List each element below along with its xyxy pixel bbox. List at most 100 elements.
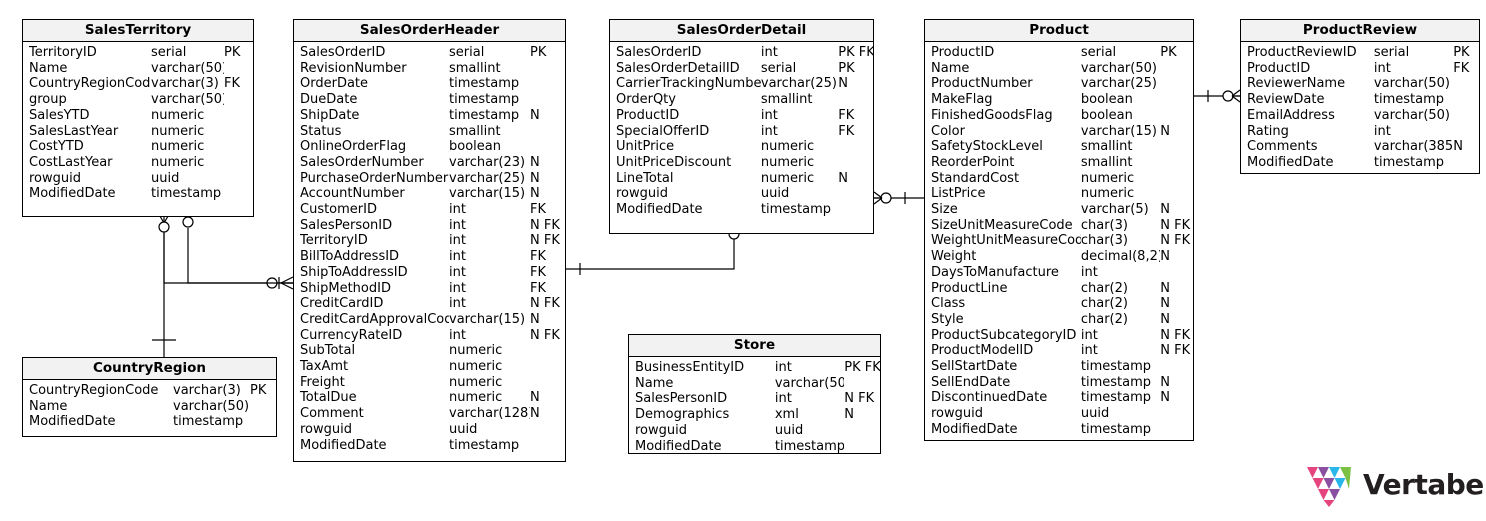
attribute-row[interactable]: UnitPriceDiscount numeric [610, 155, 873, 171]
attribute-row[interactable]: SalesOrderID serial PK [294, 45, 565, 61]
attribute-row[interactable]: ProductModelID int N FK [925, 343, 1193, 359]
attribute-row[interactable]: ReorderPoint smallint [925, 155, 1193, 171]
attribute-row[interactable]: rowguid uuid [610, 186, 873, 202]
attribute-row[interactable]: ModifiedDate timestamp [23, 186, 253, 202]
attribute-row[interactable]: ProductID int FK [1241, 61, 1479, 77]
attribute-row[interactable]: SellStartDate timestamp [925, 359, 1193, 375]
attribute-row[interactable]: ListPrice numeric [925, 186, 1193, 202]
attribute-row[interactable]: TotalDue numeric N [294, 390, 565, 406]
attribute-row[interactable]: BusinessEntityID int PK FK [629, 360, 880, 376]
entity-product[interactable]: Product ProductID serial PK Name varchar(50) P… [924, 19, 1194, 441]
attribute-row[interactable]: Weight decimal(8,2) N [925, 249, 1193, 265]
attribute-row[interactable]: Size varchar(5) N [925, 202, 1193, 218]
attribute-row[interactable]: OrderQty smallint [610, 92, 873, 108]
attribute-row[interactable]: ProductLine char(2) N [925, 281, 1193, 297]
attribute-row[interactable]: ShipDate timestamp N [294, 108, 565, 124]
attribute-row[interactable]: CountryRegionCode varchar(3) PK [23, 383, 276, 399]
attribute-row[interactable]: ReviewDate timestamp [1241, 92, 1479, 108]
attribute-row[interactable]: ModifiedDate timestamp [925, 422, 1193, 438]
attribute-row[interactable]: SalesLastYear numeric [23, 124, 253, 140]
attribute-row[interactable]: ModifiedDate timestamp [629, 439, 880, 455]
attribute-row[interactable]: SafetyStockLevel smallint [925, 139, 1193, 155]
attribute-row[interactable]: ProductSubcategoryID int N FK [925, 328, 1193, 344]
attribute-row[interactable]: RevisionNumber smallint [294, 61, 565, 77]
attribute-row[interactable]: CustomerID int FK [294, 202, 565, 218]
attribute-row[interactable]: SizeUnitMeasureCode char(3) N FK [925, 218, 1193, 234]
attribute-row[interactable]: SpecialOfferID int FK [610, 124, 873, 140]
attribute-row[interactable]: OrderDate timestamp [294, 76, 565, 92]
attribute-row[interactable]: WeightUnitMeasureCode char(3) N FK [925, 233, 1193, 249]
attribute-row[interactable]: rowguid uuid [629, 423, 880, 439]
attribute-name: CustomerID [300, 202, 377, 218]
attribute-row[interactable]: DiscontinuedDate timestamp N [925, 390, 1193, 406]
attribute-row[interactable]: CreditCardApprovalCode varchar(15) N [294, 312, 565, 328]
attribute-row[interactable]: TerritoryID serial PK [23, 45, 253, 61]
attribute-row[interactable]: FinishedGoodsFlag boolean [925, 108, 1193, 124]
attribute-name: CountryRegionCode [29, 383, 159, 398]
attribute-row[interactable]: ProductNumber varchar(25) [925, 76, 1193, 92]
entity-store[interactable]: Store BusinessEntityID int PK FK Name varchar… [628, 334, 881, 454]
attribute-row[interactable]: ModifiedDate timestamp [23, 414, 276, 430]
attribute-row[interactable]: SalesPersonID int N FK [629, 391, 880, 407]
entity-salesorderheader[interactable]: SalesOrderHeader SalesOrderID serial PK Revi… [293, 19, 566, 462]
entity-salesorderdetail[interactable]: SalesOrderDetail SalesOrderID int PK FK Sale… [609, 19, 874, 234]
attribute-row[interactable]: EmailAddress varchar(50) [1241, 108, 1479, 124]
attribute-row[interactable]: OnlineOrderFlag boolean [294, 139, 565, 155]
attribute-row[interactable]: SellEndDate timestamp N [925, 375, 1193, 391]
attribute-row[interactable]: CountryRegionCode varchar(3) FK [23, 76, 253, 92]
attribute-row[interactable]: DaysToManufacture int [925, 265, 1193, 281]
attribute-row[interactable]: SalesOrderNumber varchar(23) N [294, 155, 565, 171]
attribute-row[interactable]: SalesPersonID int N FK [294, 218, 565, 234]
attribute-row[interactable]: ProductID int FK [610, 108, 873, 124]
attribute-row[interactable]: ModifiedDate timestamp [294, 438, 565, 454]
entity-productreview[interactable]: ProductReview ProductReviewID serial PK Prod… [1240, 19, 1480, 174]
attribute-row[interactable]: ProductReviewID serial PK [1241, 45, 1479, 61]
attribute-row[interactable]: SalesYTD numeric [23, 108, 253, 124]
attribute-row[interactable]: TaxAmt numeric [294, 359, 565, 375]
attribute-row[interactable]: Freight numeric [294, 375, 565, 391]
attribute-row[interactable]: Name varchar(50) [629, 376, 880, 392]
attribute-row[interactable]: ProductID serial PK [925, 45, 1193, 61]
attribute-key-flags [224, 155, 250, 171]
attribute-row[interactable]: ShipToAddressID int FK [294, 265, 565, 281]
attribute-row[interactable]: SubTotal numeric [294, 343, 565, 359]
attribute-row[interactable]: CurrencyRateID int N FK [294, 328, 565, 344]
attribute-row[interactable]: MakeFlag boolean [925, 92, 1193, 108]
attribute-row[interactable]: group varchar(50) [23, 92, 253, 108]
entity-salesterritory[interactable]: SalesTerritory TerritoryID serial PK Name var… [22, 19, 254, 217]
attribute-row[interactable]: StandardCost numeric [925, 171, 1193, 187]
attribute-row[interactable]: ModifiedDate timestamp [1241, 155, 1479, 171]
attribute-row[interactable]: Comments varchar(3850)N [1241, 139, 1479, 155]
attribute-row[interactable]: CarrierTrackingNumber varchar(25) N [610, 76, 873, 92]
attribute-row[interactable]: Name varchar(50) [23, 61, 253, 77]
attribute-row[interactable]: Status smallint [294, 124, 565, 140]
entity-countryregion[interactable]: CountryRegion CountryRegionCode varchar(3)… [22, 357, 277, 437]
attribute-row[interactable]: AccountNumber varchar(15) N [294, 186, 565, 202]
attribute-row[interactable]: CostYTD numeric [23, 139, 253, 155]
attribute-row[interactable]: Rating int [1241, 124, 1479, 140]
attribute-row[interactable]: ModifiedDate timestamp [610, 202, 873, 218]
attribute-row[interactable]: PurchaseOrderNumber varchar(25) N [294, 171, 565, 187]
attribute-row[interactable]: BillToAddressID int FK [294, 249, 565, 265]
attribute-row[interactable]: LineTotal numeric N [610, 171, 873, 187]
attribute-row[interactable]: Class char(2) N [925, 296, 1193, 312]
attribute-row[interactable]: SalesOrderDetailID serial PK [610, 61, 873, 77]
attribute-row[interactable]: DueDate timestamp [294, 92, 565, 108]
attribute-row[interactable]: Name varchar(50) [925, 61, 1193, 77]
entity-attributes-salesorderdetail: SalesOrderID int PK FK SalesOrderDetailID se… [610, 42, 873, 221]
attribute-row[interactable]: UnitPrice numeric [610, 139, 873, 155]
attribute-row[interactable]: Name varchar(50) [23, 399, 276, 415]
attribute-row[interactable]: Style char(2) N [925, 312, 1193, 328]
attribute-row[interactable]: rowguid uuid [925, 406, 1193, 422]
attribute-row[interactable]: ShipMethodID int FK [294, 281, 565, 297]
attribute-row[interactable]: Color varchar(15) N [925, 124, 1193, 140]
attribute-row[interactable]: Comment varchar(128) N [294, 406, 565, 422]
attribute-row[interactable]: CostLastYear numeric [23, 155, 253, 171]
attribute-row[interactable]: ReviewerName varchar(50) [1241, 76, 1479, 92]
attribute-row[interactable]: CreditCardID int N FK [294, 296, 565, 312]
attribute-row[interactable]: rowguid uuid [294, 422, 565, 438]
attribute-row[interactable]: rowguid uuid [23, 171, 253, 187]
attribute-row[interactable]: Demographics xml N [629, 407, 880, 423]
attribute-row[interactable]: TerritoryID int N FK [294, 233, 565, 249]
attribute-row[interactable]: SalesOrderID int PK FK [610, 45, 873, 61]
